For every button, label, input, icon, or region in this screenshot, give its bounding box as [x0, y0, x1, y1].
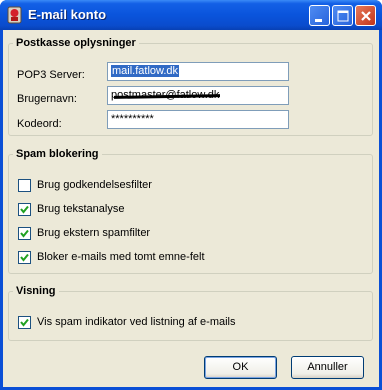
email-account-dialog: E-mail konto Postkasse oplysninger POP3 … — [0, 0, 382, 390]
checkbox[interactable] — [18, 203, 31, 216]
maximize-button[interactable] — [332, 5, 353, 26]
checkmark-icon — [20, 318, 29, 327]
app-icon — [7, 6, 22, 24]
minimize-button[interactable] — [309, 5, 330, 26]
block-empty-subject-label: Bloker e-mails med tomt emne-felt — [37, 251, 205, 263]
checkmark-icon — [20, 253, 29, 262]
cancel-button[interactable]: Annuller — [291, 356, 364, 379]
title-bar[interactable]: E-mail konto — [0, 0, 382, 30]
pop3-server-value: mail.fatlow.dk — [111, 65, 180, 77]
close-button[interactable] — [355, 5, 376, 26]
checkbox[interactable] — [18, 179, 31, 192]
checkbox[interactable] — [18, 316, 31, 329]
approval-filter-label: Brug godkendelsesfilter — [37, 179, 152, 191]
window-title: E-mail konto — [28, 7, 107, 22]
checkbox[interactable] — [18, 251, 31, 264]
pop3-server-input[interactable]: mail.fatlow.dk — [107, 62, 289, 81]
password-value: ********** — [111, 113, 154, 125]
external-spamfilter-label: Brug ekstern spamfilter — [37, 227, 151, 239]
spam-indicator-label: Vis spam indikator ved listning af e-mai… — [37, 316, 236, 328]
username-input[interactable]: postmaster@fatlow.dk — [107, 86, 289, 105]
password-label: Kodeord: — [17, 118, 62, 130]
checkbox[interactable] — [18, 227, 31, 240]
spam-group-title: Spam blokering — [16, 148, 99, 160]
dialog-body: Postkasse oplysninger POP3 Server: mail.… — [3, 30, 379, 387]
username-label: Brugernavn: — [17, 93, 77, 105]
display-group: Visning — [8, 285, 373, 341]
maximize-icon — [337, 10, 349, 22]
mailbox-group-title: Postkasse oplysninger — [16, 37, 136, 49]
minimize-icon — [315, 19, 322, 22]
text-analysis-label: Brug tekstanalyse — [37, 203, 125, 215]
password-input[interactable]: ********** — [107, 110, 289, 129]
checkmark-icon — [20, 205, 29, 214]
ok-button[interactable]: OK — [204, 356, 277, 379]
checkmark-icon — [20, 229, 29, 238]
close-icon — [361, 11, 371, 21]
pop3-server-label: POP3 Server: — [17, 69, 85, 81]
display-group-title: Visning — [16, 285, 56, 297]
